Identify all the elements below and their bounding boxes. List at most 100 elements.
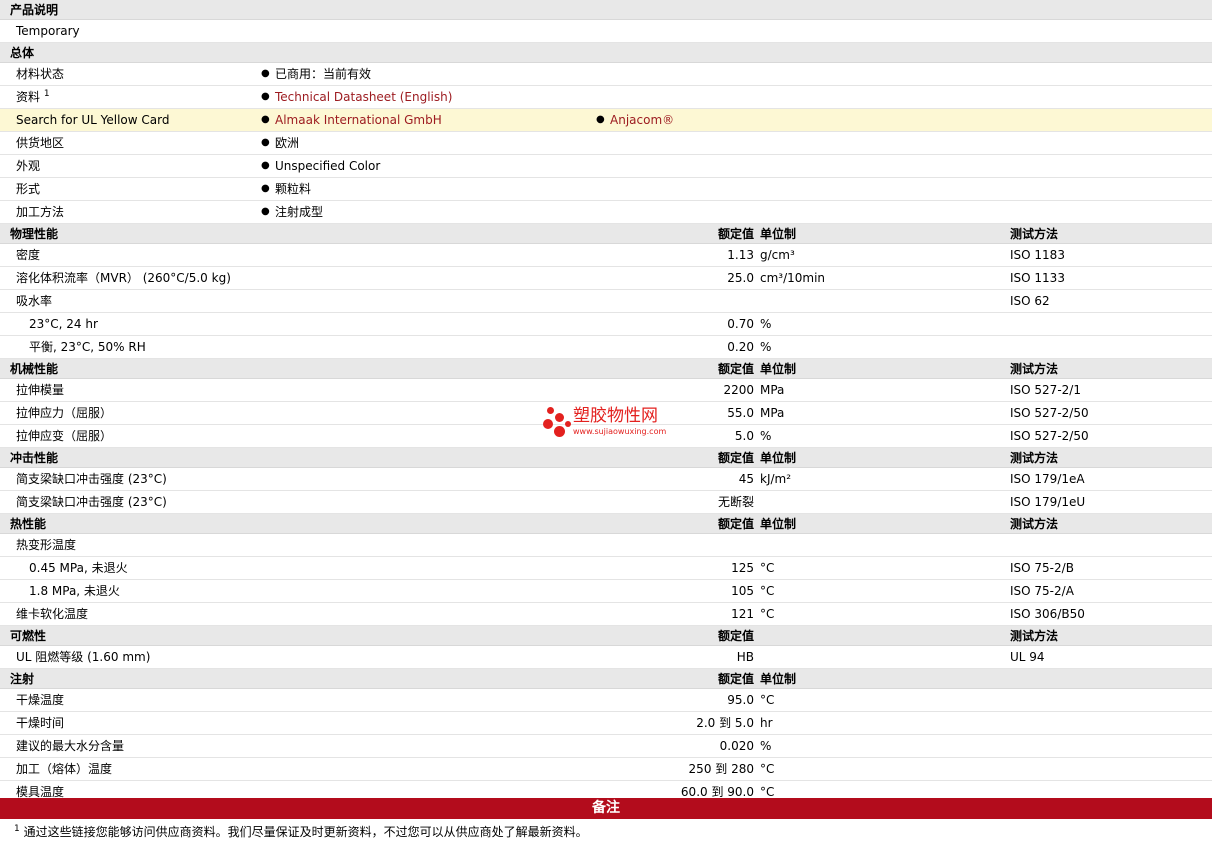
thermal-row: 维卡软化温度 121 °C ISO 306/B50 (0, 603, 1212, 626)
section-title: 注射 (10, 672, 35, 686)
section-header-thermal: 热性能 额定值 单位制 测试方法 (0, 514, 1212, 534)
property-unit: cm³/10min (760, 271, 826, 285)
test-method: ISO 1133 (1010, 271, 1065, 285)
thermal-row: 0.45 MPa, 未退火 125 °C ISO 75-2/B (0, 557, 1212, 580)
section-title: 冲击性能 (10, 451, 59, 465)
test-method: ISO 527-2/1 (1010, 383, 1081, 397)
bullet-icon: ● (261, 137, 270, 148)
column-header-unit: 单位制 (760, 672, 797, 686)
column-header-value: 额定值 (717, 362, 754, 376)
column-header-test: 测试方法 (1010, 629, 1059, 643)
bullet-icon: ● (261, 91, 270, 102)
property-unit: kJ/m² (760, 472, 792, 486)
property-label: 0.45 MPa, 未退火 (29, 561, 128, 575)
watermark-logo: 塑胶物性网 www.sujiaowuxing.com (543, 404, 683, 440)
property-unit: °C (760, 561, 775, 575)
property-value: 0.70 (727, 317, 754, 331)
column-header-unit: 单位制 (760, 517, 797, 531)
footnote-text: 通过这些链接您能够访问供应商资料。我们尽量保证及时更新资料，不过您可以从供应商处… (23, 825, 588, 839)
property-value: 1.13 (727, 248, 754, 262)
property-label: 拉伸应力（屈服） (16, 406, 113, 420)
notes-bar: 备注 (0, 798, 1212, 819)
property-label: 加工（熔体）温度 (16, 762, 113, 776)
general-row: 材料状态 ● 已商用：当前有效 (0, 63, 1212, 86)
row-label: 外观 (16, 155, 40, 177)
row-value: 颗粒料 (275, 182, 312, 196)
property-label: UL 阻燃等级 (1.60 mm) (16, 650, 151, 664)
supplier-link[interactable]: Anjacom® (610, 109, 674, 131)
general-row: Search for UL Yellow Card ● Almaak Interna… (0, 109, 1212, 132)
row-label: 材料状态 (16, 63, 64, 85)
property-label: 吸水率 (16, 294, 53, 308)
property-label: 维卡软化温度 (16, 607, 89, 621)
property-unit: % (760, 429, 772, 443)
thermal-row: 热变形温度 (0, 534, 1212, 557)
column-header-test: 测试方法 (1010, 227, 1059, 241)
bullet-icon: ● (261, 183, 270, 194)
section-title: 物理性能 (10, 227, 59, 241)
footnote: 1 通过这些链接您能够访问供应商资料。我们尽量保证及时更新资料，不过您可以从供应… (14, 822, 588, 842)
property-unit: g/cm³ (760, 248, 795, 262)
test-method: ISO 306/B50 (1010, 607, 1085, 621)
mechanical-row: 拉伸模量 2200 MPa ISO 527-2/1 (0, 379, 1212, 402)
property-label: 拉伸应变（屈服） (16, 429, 113, 443)
footnote-reference: 1 (43, 89, 50, 99)
property-value: 25.0 (727, 271, 754, 285)
property-unit: % (760, 739, 772, 753)
property-label: 23°C, 24 hr (29, 317, 98, 331)
row-label: Search for UL Yellow Card (16, 109, 169, 131)
injection-section: 干燥温度 95.0 °C 干燥时间 2.0 到 5.0 hr 建议的最大水分含量 0.020%… (0, 689, 1212, 804)
injection-row: 干燥时间 2.0 到 5.0 hr (0, 712, 1212, 735)
row-label-text: 供货地区 (16, 136, 65, 150)
flammability-row: UL 阻燃等级 (1.60 mm) HB UL 94 (0, 646, 1212, 669)
row-label: 形式 (16, 178, 40, 200)
physical-row: 吸水率 ISO 62 (0, 290, 1212, 313)
bullet-icon: ● (261, 206, 270, 217)
test-method: ISO 179/1eA (1010, 472, 1085, 486)
impact-section: 简支梁缺口冲击强度 (23°C) 45 kJ/m² ISO 179/1eA 简支梁缺口冲… (0, 468, 1212, 514)
column-header-value: 额定值 (717, 451, 754, 465)
column-header-value: 额定值 (717, 227, 754, 241)
bullet-icon: ● (261, 68, 270, 79)
section-header-injection: 注射 额定值 单位制 (0, 669, 1212, 689)
column-header-test: 测试方法 (1010, 451, 1059, 465)
column-header-unit: 单位制 (760, 227, 797, 241)
property-value: 55.0 (727, 406, 754, 420)
property-label: 干燥温度 (16, 693, 65, 707)
row-label-text: 外观 (16, 159, 41, 173)
row-value: 欧洲 (275, 136, 300, 150)
section-header-mechanical: 机械性能 额定值 单位制 测试方法 (0, 359, 1212, 379)
watermark-title: 塑胶物性网 (573, 406, 658, 426)
column-header-unit: 单位制 (760, 451, 797, 465)
row-label-text: Search for UL Yellow Card (16, 113, 170, 127)
property-value: 无断裂 (717, 495, 754, 509)
property-unit: % (760, 317, 772, 331)
bullet-icon: ● (261, 114, 270, 125)
property-value: 2.0 到 5.0 (696, 716, 754, 730)
property-label: 密度 (16, 248, 41, 262)
supplier-link[interactable]: Technical Datasheet (English) (275, 86, 452, 108)
row-label: 加工方法 (16, 201, 64, 223)
property-label: 建议的最大水分含量 (16, 739, 125, 753)
watermark-dots-icon (543, 404, 571, 440)
property-unit: % (760, 340, 772, 354)
general-row: 资料 1 ● Technical Datasheet (English) (0, 86, 1212, 109)
supplier-link[interactable]: Almaak International GmbH (275, 109, 442, 131)
column-header-test: 测试方法 (1010, 362, 1059, 376)
section-title: 机械性能 (10, 362, 59, 376)
general-row: 供货地区 ● 欧洲 (0, 132, 1212, 155)
physical-row: 密度 1.13 g/cm³ ISO 1183 (0, 244, 1212, 267)
property-value: 2200 (723, 383, 754, 397)
row-label-text: 形式 (16, 182, 41, 196)
section-title: 可燃性 (10, 629, 47, 643)
property-unit: MPa (760, 406, 785, 420)
row-value: 注射成型 (275, 205, 324, 219)
section-title: 产品说明 (10, 3, 59, 17)
row-label-text: 加工方法 (16, 205, 65, 219)
property-label: 热变形温度 (16, 538, 77, 552)
watermark-url: www.sujiaowuxing.com (573, 427, 667, 436)
property-label: 简支梁缺口冲击强度 (23°C) (16, 472, 167, 486)
property-value: 125 (731, 561, 754, 575)
injection-row: 干燥温度 95.0 °C (0, 689, 1212, 712)
property-label: 拉伸模量 (16, 383, 65, 397)
